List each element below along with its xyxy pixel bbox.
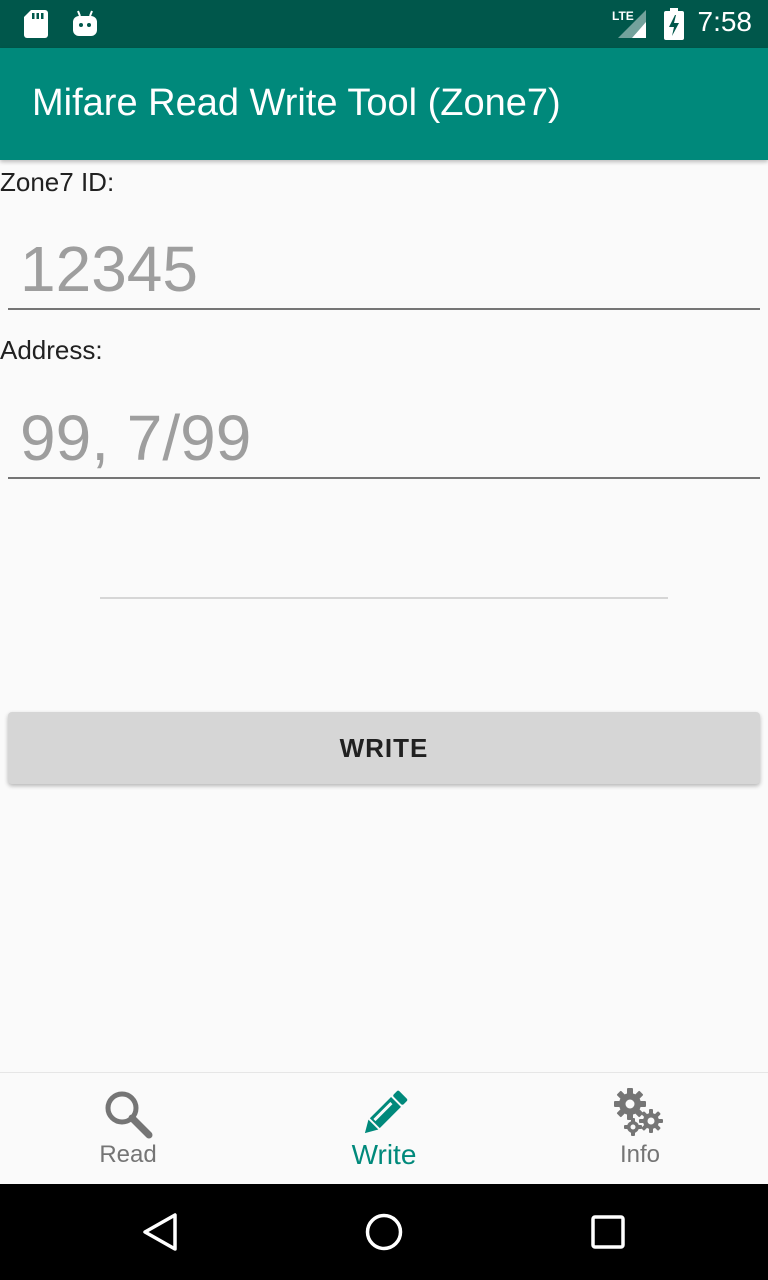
nav-label-info: Info: [619, 1141, 661, 1168]
status-time: 7:58: [697, 6, 753, 37]
zone-id-input[interactable]: [8, 230, 760, 310]
bottom-navigation: Read Write Info: [0, 1072, 768, 1184]
app-title: Mifare Read Write Tool (Zone7): [32, 82, 561, 124]
result-text-field: [100, 597, 668, 599]
svg-text:LTE: LTE: [612, 9, 634, 23]
nav-item-info[interactable]: Info: [512, 1073, 768, 1185]
search-icon: [105, 1091, 153, 1139]
pencil-icon: [364, 1090, 408, 1134]
lte-signal-icon: LTE: [612, 9, 646, 38]
nav-item-read[interactable]: Read: [0, 1073, 256, 1185]
gears-icon: [614, 1088, 663, 1136]
status-bar: LTE 7:58: [0, 0, 768, 48]
back-icon[interactable]: [140, 1212, 180, 1252]
android-icon: [73, 10, 97, 36]
system-navigation-bar: [0, 1184, 768, 1280]
zone-id-label: Zone7 ID:: [0, 167, 115, 197]
app-bar: Mifare Read Write Tool (Zone7): [0, 48, 768, 160]
home-icon[interactable]: [364, 1212, 404, 1252]
recents-icon[interactable]: [588, 1212, 628, 1252]
sd-card-icon: [24, 10, 48, 38]
address-input[interactable]: [8, 399, 760, 479]
nav-label-write: Write: [351, 1139, 417, 1170]
nav-label-read: Read: [99, 1141, 157, 1168]
write-button[interactable]: WRITE: [8, 712, 760, 784]
nav-item-write[interactable]: Write: [256, 1073, 512, 1185]
battery-charging-icon: [664, 8, 684, 40]
address-label: Address:: [0, 335, 103, 365]
